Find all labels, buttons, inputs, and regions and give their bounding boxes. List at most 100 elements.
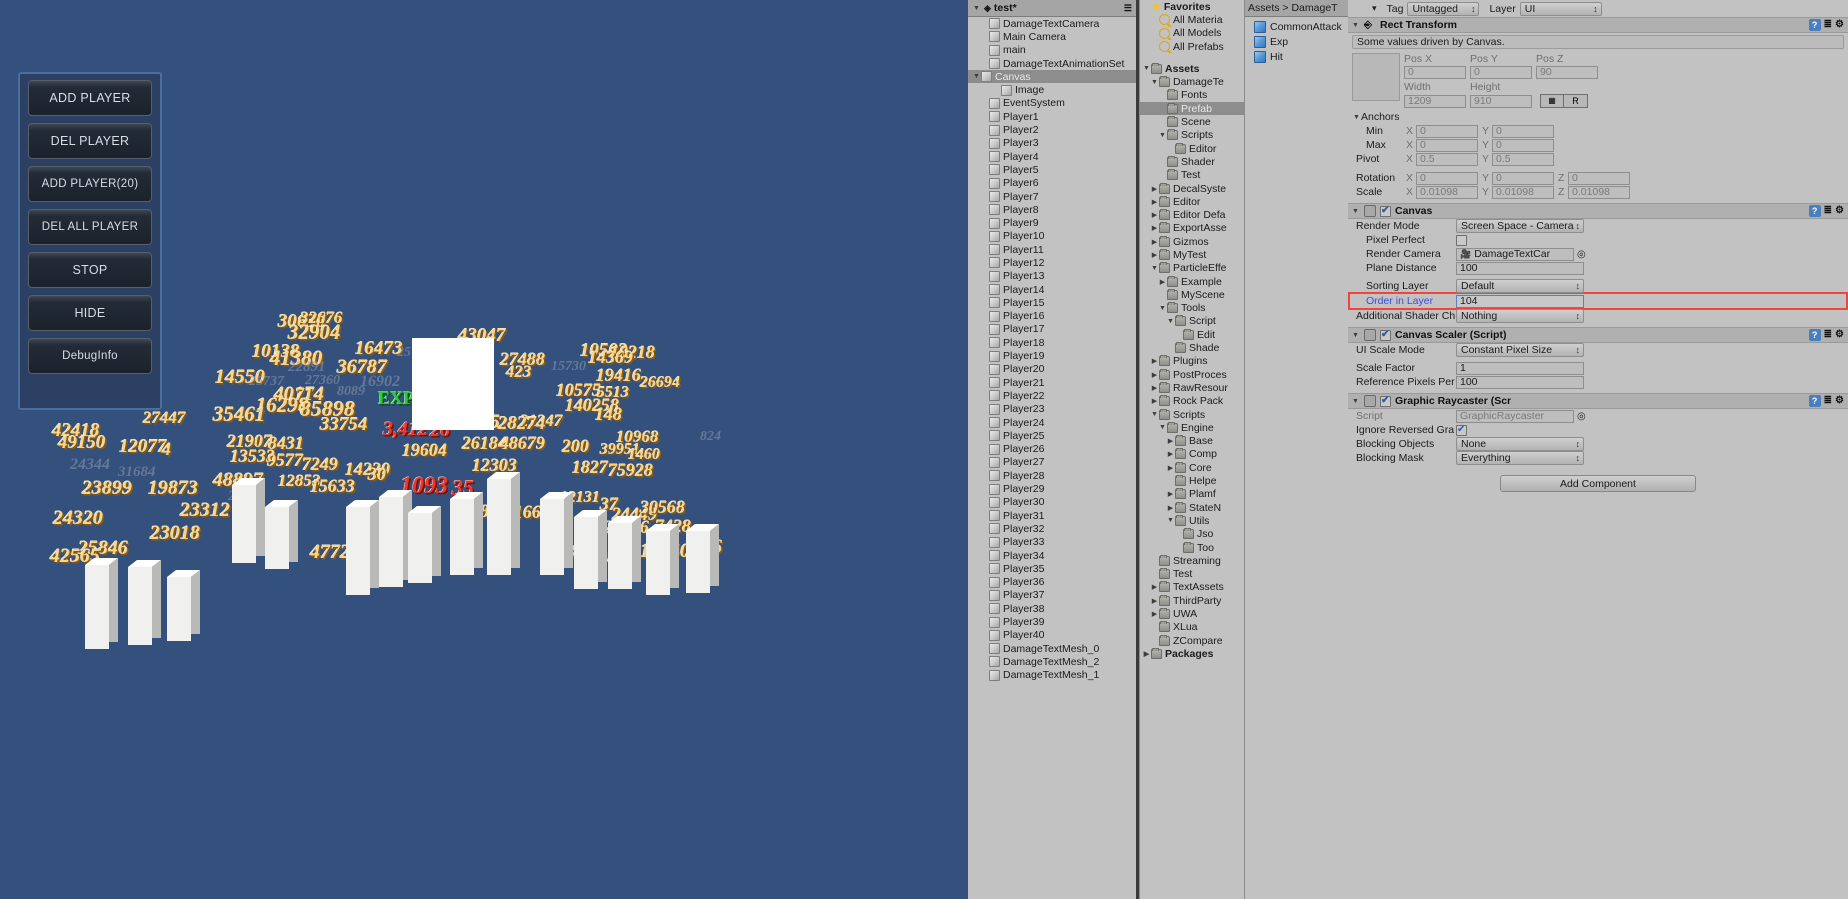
project-tree-item[interactable]: ▶XLua (1140, 621, 1244, 634)
project-tree-item[interactable]: ▼ Script (1140, 315, 1244, 328)
hierarchy-item[interactable]: ▶EventSystem (968, 97, 1136, 110)
canvas-scaler-header[interactable]: ▼ Canvas Scaler (Script) ? ≣ ⚙ (1348, 327, 1848, 343)
preset-icon[interactable]: ≣ (1824, 329, 1832, 341)
project-tree-item[interactable]: ▶Test (1140, 169, 1244, 182)
project-tree-item[interactable]: ▶Fonts (1140, 89, 1244, 102)
chevron-down-icon[interactable]: ▼ (1351, 332, 1360, 339)
hierarchy-item[interactable]: ▶Player9 (968, 216, 1136, 229)
order-in-layer-field[interactable]: 104 (1456, 294, 1584, 308)
rotation-x-field[interactable]: 0 (1416, 171, 1478, 185)
project-tree-item[interactable]: ▶ Example (1140, 275, 1244, 288)
hierarchy-item[interactable]: ▶Player35 (968, 562, 1136, 575)
project-tree-item[interactable]: ▶Prefab (1140, 102, 1244, 116)
anchor-min-x-field[interactable]: 0 (1416, 124, 1478, 138)
project-tree-item[interactable] (1140, 53, 1244, 62)
chevron-right-icon[interactable]: ▶ (1142, 650, 1151, 658)
chevron-down-icon[interactable]: ▼ (1158, 424, 1167, 431)
hierarchy-item[interactable]: ▶Player32 (968, 522, 1136, 535)
chevron-down-icon[interactable]: ▼ (1351, 22, 1360, 29)
layer-dropdown[interactable]: UI (1519, 1, 1602, 16)
project-tree-item[interactable]: ▶ DecalSyste (1140, 182, 1244, 195)
project-tree-item[interactable]: ▶ UWA (1140, 607, 1244, 620)
chevron-right-icon[interactable]: ▶ (1150, 610, 1159, 618)
chevron-down-icon[interactable]: ▼ (972, 73, 981, 80)
hierarchy-item[interactable]: ▶Player36 (968, 575, 1136, 588)
help-icon[interactable]: ? (1808, 329, 1821, 341)
project-tree-item[interactable]: ▶ ExportAsse (1140, 222, 1244, 235)
project-asset-browser[interactable]: Assets > DamageT CommonAttack Exp Hit (1244, 0, 1348, 899)
chevron-right-icon[interactable]: ▶ (1166, 450, 1175, 458)
project-tree-item[interactable]: ▶Test (1140, 567, 1244, 580)
project-tree-item[interactable]: ▶★Favorites (1140, 0, 1244, 14)
chevron-down-icon[interactable]: ▼ (1351, 208, 1360, 215)
hierarchy-item[interactable]: ▶Player40 (968, 629, 1136, 642)
tag-dropdown[interactable]: Untagged (1407, 1, 1480, 16)
hierarchy-scene-row[interactable]: ▼ ◈ test* ☰ (968, 0, 1136, 17)
hierarchy-item[interactable]: ▶Player17 (968, 323, 1136, 336)
asset-item[interactable]: Exp (1244, 34, 1348, 49)
chevron-down-icon[interactable]: ▼ (1150, 411, 1159, 418)
project-tree-item[interactable]: ▼ ParticleEffe (1140, 262, 1244, 275)
scale-factor-field[interactable]: 1 (1456, 361, 1584, 375)
hierarchy-item[interactable]: ▶Player3 (968, 137, 1136, 150)
scale-x-field[interactable]: 0.01098 (1416, 185, 1478, 199)
chevron-down-icon[interactable]: ▼ (1351, 398, 1360, 405)
hierarchy-item[interactable]: ▼ Canvas (968, 70, 1136, 84)
project-tree-item[interactable]: ▶ TextAssets (1140, 581, 1244, 594)
anchor-min-y-field[interactable]: 0 (1492, 124, 1554, 138)
chevron-down-icon[interactable]: ▼ (1352, 114, 1361, 121)
project-tree-item[interactable]: ▶ RawResour (1140, 381, 1244, 394)
chevron-right-icon[interactable]: ▶ (1150, 198, 1159, 206)
project-tree-item[interactable]: ▶Jso (1140, 528, 1244, 541)
chevron-right-icon[interactable]: ▶ (1158, 278, 1167, 286)
project-tree-item[interactable]: ▶Streaming (1140, 554, 1244, 567)
hierarchy-item[interactable]: ▶Player31 (968, 509, 1136, 522)
chevron-right-icon[interactable]: ▶ (1150, 224, 1159, 232)
hierarchy-panel[interactable]: ▼ ◈ test* ☰ ▶DamageTextCamera▶Main Camer… (968, 0, 1140, 899)
project-tree-item[interactable]: ▶ Comp (1140, 448, 1244, 461)
rect-transform-header[interactable]: ▼ ⎆ Rect Transform ? ≣ ⚙ (1348, 17, 1848, 33)
del-player-button[interactable]: DEL PLAYER (28, 123, 152, 159)
project-tree-item[interactable]: ▶Shade (1140, 341, 1244, 354)
render-mode-dropdown[interactable]: Screen Space - Camera (1456, 219, 1584, 233)
project-tree-item[interactable]: ▶Shader (1140, 155, 1244, 168)
additional-shader-dropdown[interactable]: Nothing (1456, 309, 1584, 323)
project-tree-item[interactable]: ▶All Prefabs (1140, 40, 1244, 53)
width-field[interactable]: 1209 (1404, 94, 1466, 108)
pos-y-field[interactable]: 0 (1470, 66, 1532, 79)
project-tree-item[interactable]: ▼ Assets (1140, 62, 1244, 75)
hierarchy-item[interactable]: ▶Player25 (968, 429, 1136, 442)
chevron-right-icon[interactable]: ▶ (1150, 185, 1159, 193)
hierarchy-item[interactable]: ▶DamageTextCamera (968, 17, 1136, 30)
project-tree-item[interactable]: ▼ Scripts (1140, 408, 1244, 421)
breadcrumb[interactable]: Assets > DamageT (1244, 0, 1348, 17)
inspector-panel[interactable]: ▾ Tag Untagged Layer UI ▼ ⎆ Rect Transfo… (1348, 0, 1848, 899)
project-tree[interactable]: ▶★Favorites▶All Materia▶All Models▶All P… (1140, 0, 1244, 899)
canvas-component-header[interactable]: ▼ Canvas ? ≣ ⚙ (1348, 203, 1848, 219)
hierarchy-item[interactable]: ▶Player39 (968, 615, 1136, 628)
chevron-down-icon[interactable]: ▼ (1150, 265, 1159, 272)
hierarchy-item[interactable]: ▶Player13 (968, 270, 1136, 283)
chevron-down-icon[interactable]: ▼ (972, 5, 981, 12)
hierarchy-item[interactable]: ▶Player18 (968, 336, 1136, 349)
chevron-right-icon[interactable]: ▶ (1150, 597, 1159, 605)
hierarchy-item[interactable]: ▶Player12 (968, 256, 1136, 269)
hierarchy-item[interactable]: ▶DamageTextAnimationSet (968, 57, 1136, 70)
hierarchy-item[interactable]: ▶Player16 (968, 310, 1136, 323)
chevron-down-icon[interactable]: ▼ (1158, 132, 1167, 139)
project-tree-item[interactable]: ▶ ThirdParty (1140, 594, 1244, 607)
chevron-down-icon[interactable]: ▼ (1150, 79, 1159, 86)
hierarchy-item[interactable]: ▶Player19 (968, 349, 1136, 362)
chevron-right-icon[interactable]: ▶ (1150, 357, 1159, 365)
pos-x-field[interactable]: 0 (1404, 66, 1466, 79)
chevron-down-icon[interactable]: ▼ (1166, 318, 1175, 325)
project-tree-item[interactable]: ▶ Editor Defa (1140, 208, 1244, 221)
chevron-right-icon[interactable]: ▶ (1166, 437, 1175, 445)
chevron-right-icon[interactable]: ▶ (1150, 211, 1159, 219)
pixel-perfect-checkbox[interactable] (1456, 234, 1467, 246)
hierarchy-item[interactable]: ▶Player27 (968, 456, 1136, 469)
asset-item[interactable]: CommonAttack (1244, 19, 1348, 34)
scale-z-field[interactable]: 0.01098 (1568, 185, 1630, 199)
hierarchy-item[interactable]: ▶Player23 (968, 403, 1136, 416)
hierarchy-item[interactable]: ▶Player15 (968, 296, 1136, 309)
